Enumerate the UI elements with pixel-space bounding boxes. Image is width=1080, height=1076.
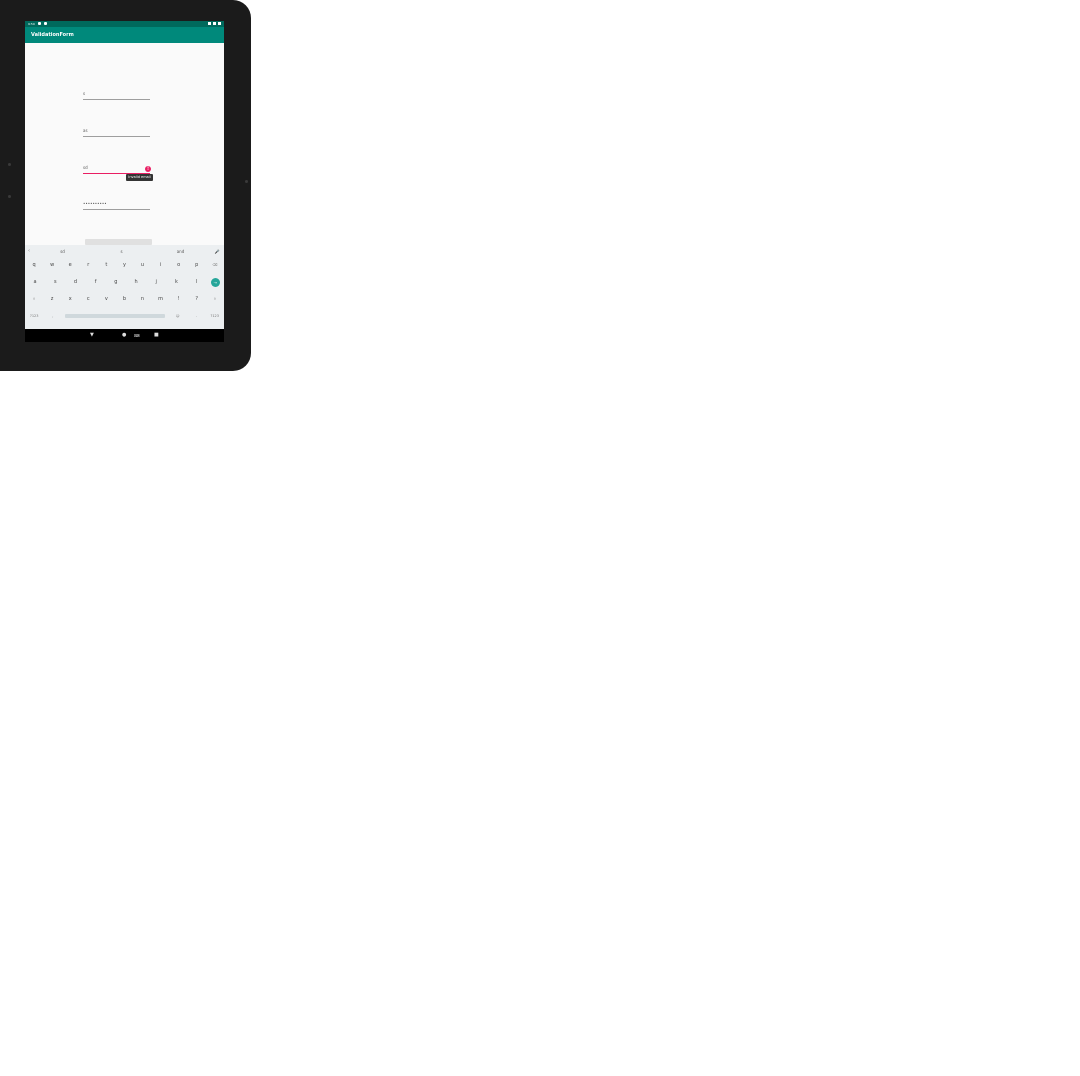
keyboard-switch-icon[interactable]: ⌨	[134, 333, 140, 338]
app-bar: ValidationForm	[25, 27, 224, 43]
key-u[interactable]: u	[137, 262, 149, 268]
field-underline	[83, 209, 150, 210]
key-o[interactable]: o	[173, 262, 185, 268]
sd-card-notification-icon	[44, 22, 47, 25]
app-title: ValidationForm	[31, 32, 74, 38]
suggestion[interactable]: sd	[33, 249, 92, 254]
key-d[interactable]: d	[69, 279, 81, 285]
second-field[interactable]: as	[83, 127, 150, 137]
backspace-icon[interactable]: ⌫	[209, 263, 221, 267]
field-underline	[83, 136, 150, 137]
key-j[interactable]: j	[150, 279, 162, 285]
emoji-icon[interactable]: ☺	[172, 314, 184, 318]
wifi-icon	[208, 22, 211, 25]
key-h[interactable]: h	[130, 279, 142, 285]
key-l[interactable]: l	[191, 279, 203, 285]
recents-square-icon[interactable]: ■	[154, 333, 159, 338]
key-r[interactable]: r	[82, 262, 94, 268]
name-field[interactable]: s	[83, 90, 150, 100]
password-field-value: ••••••••••	[83, 201, 107, 206]
bezel-camera	[245, 180, 248, 183]
shift-left-icon[interactable]: ⇧	[28, 297, 40, 301]
key-a[interactable]: a	[29, 279, 41, 285]
key-exclamation[interactable]: !	[173, 296, 185, 302]
key-e[interactable]: e	[64, 262, 76, 268]
bezel-sensor	[8, 163, 11, 166]
navigation-bar: ▼ ● ⌨ ■	[25, 329, 224, 342]
key-x[interactable]: x	[64, 296, 76, 302]
key-question[interactable]: ?	[191, 296, 203, 302]
key-row-1: q w e r t y u i o p ⌫	[25, 259, 224, 271]
suggestion[interactable]: s	[92, 249, 151, 254]
symbols-key-right[interactable]: ?123	[209, 314, 221, 318]
key-q[interactable]: q	[28, 262, 40, 268]
key-t[interactable]: t	[100, 262, 112, 268]
settings-notification-icon	[38, 22, 41, 25]
password-field[interactable]: ••••••••••	[83, 200, 150, 210]
back-triangle-icon[interactable]: ▼	[90, 333, 94, 338]
go-arrow-icon[interactable]: →	[210, 277, 220, 287]
shift-right-icon[interactable]: ⇧	[209, 297, 221, 301]
key-row-2: a s d f g h j k l →	[25, 276, 224, 288]
key-row-4: ?123 , ☺ . ?123	[25, 310, 224, 322]
suggestion-strip: ‹ sd s and 🎤	[25, 245, 224, 257]
tablet-device: 9:59 ValidationForm s as sd ! Invalid em…	[0, 0, 251, 371]
key-g[interactable]: g	[110, 279, 122, 285]
error-tooltip: Invalid email	[126, 174, 153, 181]
soft-keyboard: ‹ sd s and 🎤 q w e r t y u i o p ⌫ a s d…	[25, 245, 224, 329]
key-comma[interactable]: ,	[47, 314, 59, 318]
symbols-key[interactable]: ?123	[28, 314, 40, 318]
microphone-icon[interactable]: 🎤	[210, 249, 224, 254]
second-field-value: as	[83, 128, 88, 133]
key-n[interactable]: n	[137, 296, 149, 302]
error-icon: !	[145, 166, 151, 172]
key-k[interactable]: k	[170, 279, 182, 285]
key-w[interactable]: w	[46, 262, 58, 268]
signal-icon	[213, 22, 216, 25]
key-s[interactable]: s	[49, 279, 61, 285]
key-b[interactable]: b	[118, 296, 130, 302]
key-v[interactable]: v	[100, 296, 112, 302]
name-field-value: s	[83, 91, 86, 96]
screen: 9:59 ValidationForm s as sd ! Invalid em…	[25, 21, 224, 342]
bezel-sensor	[8, 195, 11, 198]
key-z[interactable]: z	[46, 296, 58, 302]
key-i[interactable]: i	[155, 262, 167, 268]
email-field-value: sd	[83, 165, 88, 170]
key-c[interactable]: c	[82, 296, 94, 302]
key-p[interactable]: p	[191, 262, 203, 268]
key-m[interactable]: m	[155, 296, 167, 302]
key-f[interactable]: f	[90, 279, 102, 285]
key-y[interactable]: y	[118, 262, 130, 268]
home-circle-icon[interactable]: ●	[122, 333, 126, 338]
field-underline	[83, 99, 150, 100]
email-field[interactable]: sd	[83, 164, 150, 174]
key-period[interactable]: .	[190, 314, 202, 318]
spacebar[interactable]	[65, 314, 166, 318]
chevron-left-icon[interactable]: ‹	[25, 248, 33, 254]
suggestion[interactable]: and	[151, 249, 210, 254]
battery-icon	[218, 22, 221, 25]
key-row-3: ⇧ z x c v b n m ! ? ⇧	[25, 293, 224, 305]
